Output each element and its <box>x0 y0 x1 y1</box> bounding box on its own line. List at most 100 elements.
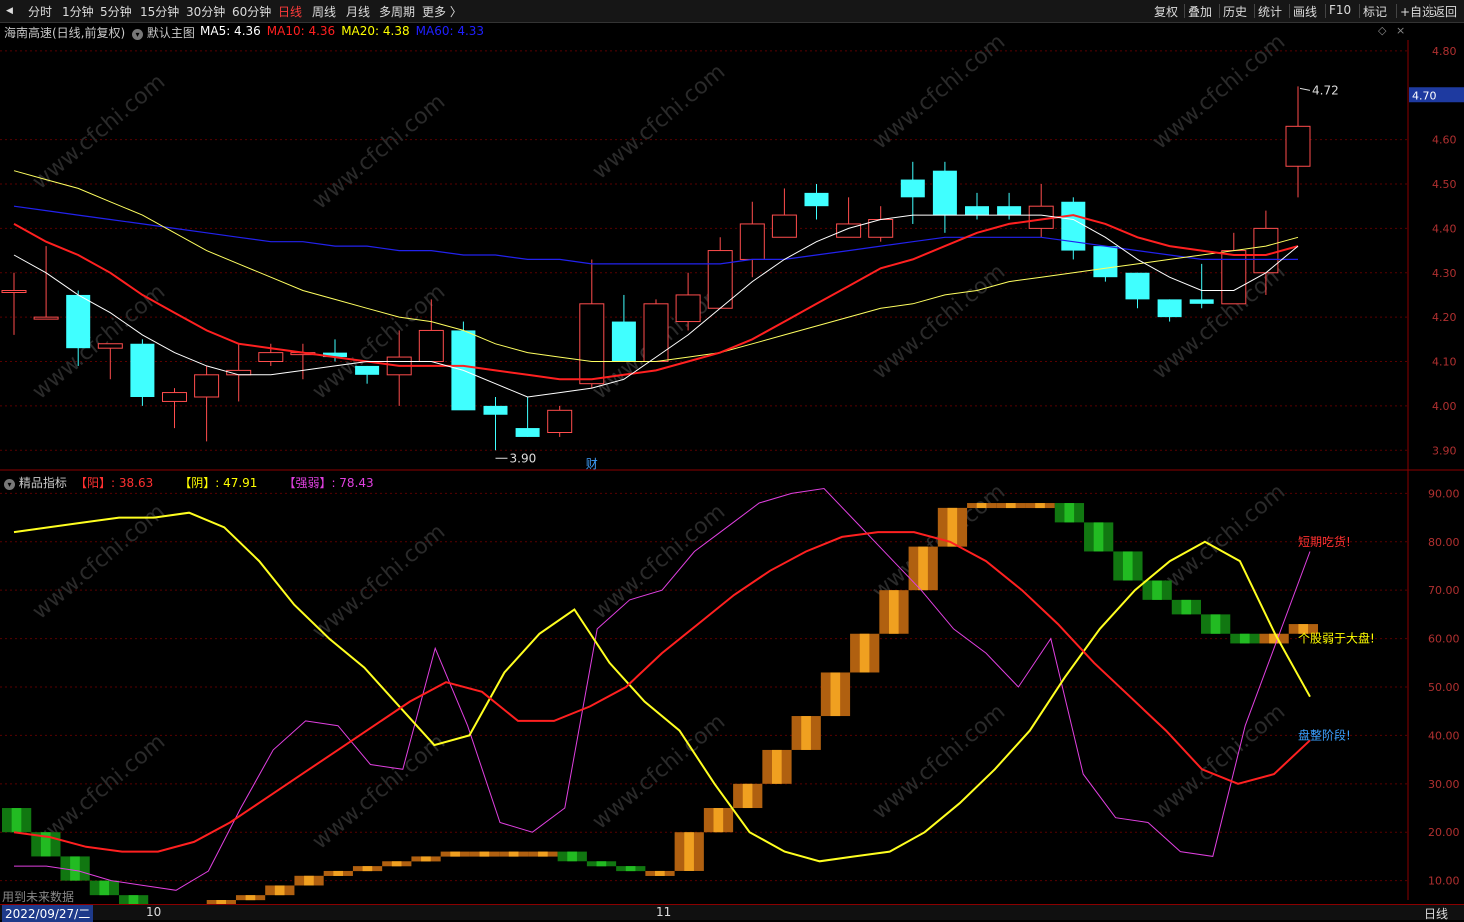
toolbar-separator <box>1254 4 1255 18</box>
candle-body <box>66 294 91 349</box>
high-price-label: 4.72 <box>1312 83 1339 97</box>
candle-body <box>611 321 636 362</box>
candle-body <box>1189 299 1214 304</box>
trend-bar-highlight <box>801 716 811 750</box>
candle-body <box>997 206 1022 216</box>
period-tab-10[interactable]: 更多 〉 <box>422 3 462 20</box>
dropdown-icon: ▾ <box>132 29 143 40</box>
period-tab-2[interactable]: 5分钟 <box>100 3 132 20</box>
kline-chart[interactable]: www.cfchi.com www.cfchi.com www.cfchi.com w… <box>0 22 1464 904</box>
candle-body <box>579 303 605 385</box>
trend-bar-highlight <box>11 808 22 833</box>
indicator-legend-item: 【阳】: 38.63 <box>75 476 154 490</box>
toolbar-button-5[interactable]: F10 <box>1329 3 1351 17</box>
indicator-annotation: 个股弱于大盘! <box>1298 631 1375 646</box>
trend-bar-highlight <box>1093 522 1104 552</box>
trend-bar-highlight <box>479 851 490 857</box>
price-axis-label: 4.00 <box>1432 400 1457 413</box>
period-tab-0[interactable]: 分时 <box>28 3 52 20</box>
candle-body <box>932 170 957 216</box>
trend-bar-highlight <box>508 851 519 857</box>
watermark-text: www.cfchi.com <box>588 499 730 624</box>
watermark-text: www.cfchi.com <box>308 729 450 854</box>
toolbar-button-1[interactable]: 叠加 <box>1188 3 1212 20</box>
watermark-text: www.cfchi.com <box>868 259 1010 384</box>
toolbar-button-3[interactable]: 统计 <box>1258 3 1282 20</box>
trend-bar-highlight <box>538 851 548 857</box>
template-label: 默认主图 <box>146 26 195 40</box>
trend-bar-highlight <box>128 895 139 904</box>
candle-body <box>1157 299 1182 318</box>
candle-body <box>130 343 155 397</box>
candle-body <box>355 365 380 375</box>
candle-body <box>194 374 220 398</box>
trend-bar-highlight <box>567 851 577 862</box>
period-tab-1[interactable]: 1分钟 <box>62 3 94 20</box>
price-axis-label: 4.10 <box>1432 356 1457 369</box>
candle-body <box>707 250 733 309</box>
period-tab-8[interactable]: 月线 <box>346 3 370 20</box>
back-arrow-icon[interactable]: ◀ <box>6 6 13 16</box>
candle-body <box>900 179 925 198</box>
diamond-icon[interactable]: ◇ <box>1378 24 1386 37</box>
indicator-axis-label: 90.00 <box>1428 487 1460 500</box>
trend-bar-highlight <box>362 866 373 872</box>
period-tab-5[interactable]: 60分钟 <box>232 3 271 20</box>
trend-bar-highlight <box>625 866 636 872</box>
trend-bar-highlight <box>1064 503 1075 523</box>
period-tab-6[interactable]: 日线 <box>278 3 302 20</box>
trend-bar-highlight <box>99 880 110 896</box>
candle-body <box>162 392 187 402</box>
period-label: 日线 <box>1424 907 1449 921</box>
period-toolbar: ◀ 分时 1分钟 5分钟 15分钟 30分钟 60分钟 日线 周线 月线 多周期 更多 〉 复权 叠加历… <box>0 0 1464 23</box>
trend-bar-highlight <box>918 546 928 591</box>
candle-body <box>643 303 669 362</box>
ma-legend-item: MA10: 4.36 <box>266 24 336 38</box>
period-tab-3[interactable]: 15分钟 <box>140 3 179 20</box>
ma-legend: MA5: 4.36 MA10: 4.36 MA20: 4.38 MA60: 4.33 <box>200 24 490 38</box>
indicator-axis-label: 30.00 <box>1428 778 1460 791</box>
dropdown-icon: ▾ <box>4 479 15 490</box>
template-dropdown[interactable]: ▾ 默认主图 <box>132 24 195 41</box>
candle-body <box>771 214 797 238</box>
period-tab-7[interactable]: 周线 <box>312 3 336 20</box>
cursor-date: 2022/09/27/二 <box>2 905 94 922</box>
toolbar-button-0[interactable]: 复权 <box>1154 3 1178 20</box>
toolbar-button-8[interactable]: 返回 <box>1433 3 1457 20</box>
toolbar-separator <box>1429 4 1430 18</box>
toolbar-button-2[interactable]: 历史 <box>1223 3 1247 20</box>
candle-body <box>33 316 59 320</box>
candle-body <box>418 329 444 362</box>
period-tab-9[interactable]: 多周期 <box>379 3 415 20</box>
trend-bar-highlight <box>421 856 431 862</box>
trend-bar-highlight <box>1181 599 1192 615</box>
toolbar-button-6[interactable]: 标记 <box>1363 3 1387 20</box>
close-icon[interactable]: × <box>1396 24 1405 37</box>
indicator-dropdown[interactable]: ▾ 精品指标 <box>4 474 67 491</box>
month-mark-oct: 10 <box>146 905 162 919</box>
watermark-text: www.cfchi.com <box>1148 259 1290 384</box>
price-axis-label: 4.80 <box>1432 45 1457 58</box>
last-price-tag-text: 4.70 <box>1412 89 1437 102</box>
candle-body <box>1093 246 1118 278</box>
low-price-label: 3.90 <box>510 451 537 465</box>
trend-bar-highlight <box>1210 614 1221 634</box>
toolbar-separator <box>1325 4 1326 18</box>
indicator-legend: 【阳】: 38.63 【阴】: 47.91 【强弱】: 78.43 <box>75 474 400 491</box>
trend-bar-highlight <box>70 856 80 881</box>
trend-bar-highlight <box>304 875 314 886</box>
watermark-text: www.cfchi.com <box>868 29 1010 154</box>
trend-bar-highlight <box>1152 580 1162 600</box>
trend-bar-highlight <box>772 749 782 784</box>
toolbar-separator <box>1289 4 1290 18</box>
candle-body <box>483 405 508 415</box>
candle-body <box>675 294 701 323</box>
toolbar-button-4[interactable]: 画线 <box>1293 3 1317 20</box>
high-price-pointer <box>1299 87 1311 91</box>
watermark-text: www.cfchi.com <box>868 699 1010 824</box>
candle-body <box>965 206 989 216</box>
watermark-text: www.cfchi.com <box>28 69 170 194</box>
candle-body <box>739 223 765 260</box>
finance-marker: 财 <box>586 457 598 471</box>
period-tab-4[interactable]: 30分钟 <box>186 3 225 20</box>
